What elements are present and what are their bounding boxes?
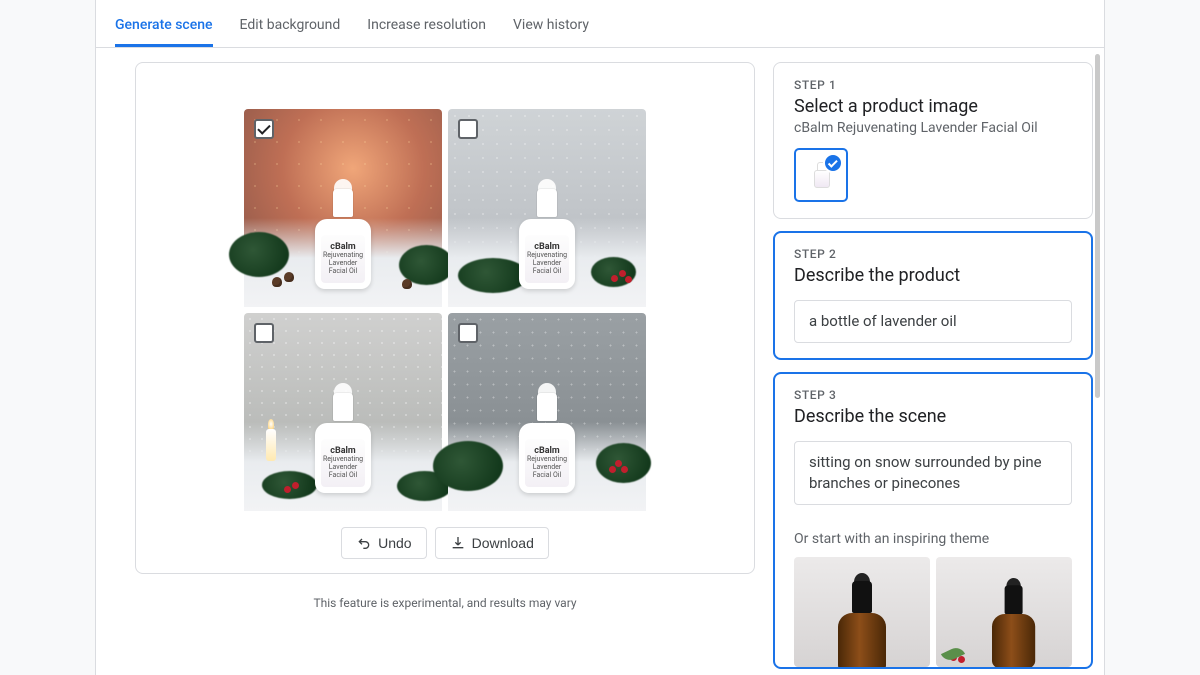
step-2-label: STEP 2 (794, 247, 1072, 261)
step-1-product-name: cBalm Rejuvenating Lavender Facial Oil (794, 120, 1072, 136)
scene-description-input[interactable] (794, 441, 1072, 505)
steps-panel: STEP 1 Select a product image cBalm Reju… (769, 48, 1104, 675)
product-tagline: Rejuvenating Lavender Facial Oil (323, 456, 363, 479)
step-2-card[interactable]: STEP 2 Describe the product (773, 231, 1093, 360)
step-2-title: Describe the product (794, 265, 1072, 286)
tab-generate-scene[interactable]: Generate scene (115, 0, 213, 47)
product-bottle: cBalmRejuvenating Lavender Facial Oil (519, 383, 575, 493)
undo-label: Undo (378, 535, 411, 551)
product-tagline: Rejuvenating Lavender Facial Oil (323, 252, 363, 275)
step-3-title: Describe the scene (794, 406, 1072, 427)
product-bottle: cBalmRejuvenating Lavender Facial Oil (519, 179, 575, 289)
tab-edit-background[interactable]: Edit background (240, 0, 341, 47)
undo-icon (356, 535, 372, 551)
undo-button[interactable]: Undo (341, 527, 426, 559)
product-bottle: cBalmRejuvenating Lavender Facial Oil (315, 383, 371, 493)
generated-grid: cBalmRejuvenating Lavender Facial Oil (244, 109, 646, 511)
step-1-card[interactable]: STEP 1 Select a product image cBalm Reju… (773, 62, 1093, 219)
theme-bottle-icon (992, 578, 1035, 667)
preview-card: cBalmRejuvenating Lavender Facial Oil (135, 62, 755, 574)
select-checkbox-1[interactable] (254, 119, 274, 139)
step-1-title: Select a product image (794, 96, 1072, 117)
download-label: Download (472, 535, 534, 551)
inspire-label: Or start with an inspiring theme (794, 531, 1072, 547)
product-tagline: Rejuvenating Lavender Facial Oil (527, 252, 567, 275)
select-checkbox-4[interactable] (458, 323, 478, 343)
preview-panel: cBalmRejuvenating Lavender Facial Oil (96, 48, 769, 675)
app-container: Generate scene Edit background Increase … (95, 0, 1105, 675)
step-3-card[interactable]: STEP 3 Describe the scene Or start with … (773, 372, 1093, 669)
step-1-label: STEP 1 (794, 78, 1072, 92)
select-checkbox-2[interactable] (458, 119, 478, 139)
scrollbar[interactable] (1095, 54, 1100, 398)
product-image-thumb[interactable] (794, 148, 848, 202)
theme-row (794, 557, 1072, 667)
step-3-label: STEP 3 (794, 388, 1072, 402)
product-description-input[interactable] (794, 300, 1072, 343)
tab-bar: Generate scene Edit background Increase … (96, 0, 1104, 48)
tab-view-history[interactable]: View history (513, 0, 589, 47)
disclaimer-text: This feature is experimental, and result… (135, 596, 755, 610)
generated-image-4[interactable]: cBalmRejuvenating Lavender Facial Oil (448, 313, 646, 511)
product-tagline: Rejuvenating Lavender Facial Oil (527, 456, 567, 479)
generated-image-2[interactable]: cBalmRejuvenating Lavender Facial Oil (448, 109, 646, 307)
tab-increase-resolution[interactable]: Increase resolution (367, 0, 486, 47)
generated-image-3[interactable]: cBalmRejuvenating Lavender Facial Oil (244, 313, 442, 511)
generated-image-1[interactable]: cBalmRejuvenating Lavender Facial Oil (244, 109, 442, 307)
selected-check-icon (823, 153, 843, 173)
product-bottle: cBalmRejuvenating Lavender Facial Oil (315, 179, 371, 289)
theme-bottle-icon (838, 573, 886, 667)
action-buttons: Undo Download (341, 527, 549, 559)
theme-option-2[interactable] (936, 557, 1072, 667)
theme-option-1[interactable] (794, 557, 930, 667)
download-button[interactable]: Download (435, 527, 549, 559)
select-checkbox-3[interactable] (254, 323, 274, 343)
download-icon (450, 535, 466, 551)
